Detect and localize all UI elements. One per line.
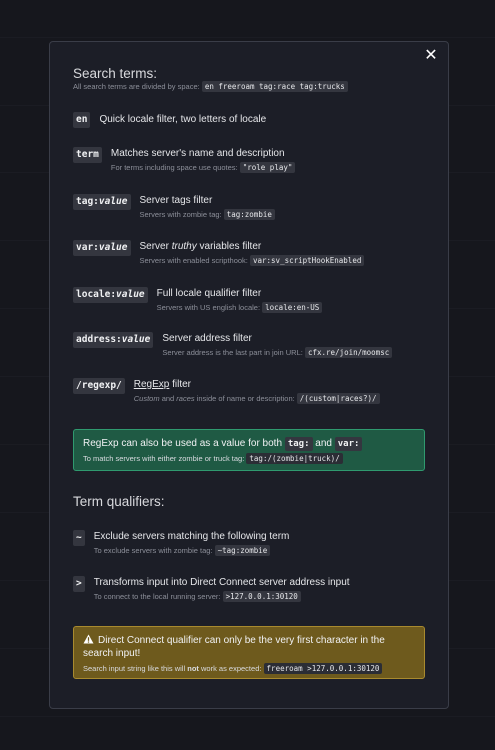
qualifier-key: >: [73, 576, 85, 592]
warning-hint: Search input string like this will not w…: [83, 663, 415, 674]
qualifier-example: ~tag:zombie: [214, 545, 271, 556]
regexp-link[interactable]: RegExp: [134, 379, 170, 390]
intro-example: en freeroam tag:race tag:trucks: [201, 81, 348, 92]
term-example: tag:zombie: [223, 209, 275, 220]
qualifier-row-direct-connect: > Transforms input into Direct Connect s…: [73, 576, 350, 602]
term-row-locale: locale:value Full locale qualifier filte…: [73, 287, 323, 313]
qualifier-example: >127.0.0.1:30120: [222, 591, 301, 602]
term-key: /regexp/: [73, 378, 125, 394]
term-key: var:value: [73, 240, 131, 256]
term-row-var: var:value Server truthy variables filter…: [73, 240, 365, 266]
term-title: Quick locale filter, two letters of loca…: [99, 114, 267, 125]
regexp-note-code-var: var:: [334, 437, 363, 451]
term-hint: Custom and races inside of name or descr…: [134, 393, 380, 404]
warning-example: freeroam >127.0.0.1:30120: [263, 663, 383, 674]
term-title: RegExp filter: [133, 379, 192, 390]
term-row-term: term Matches server's name and descripti…: [73, 147, 296, 173]
term-key: locale:value: [73, 287, 148, 303]
term-example: cfx.re/join/moomsc: [304, 347, 393, 358]
term-hint: Servers with US english locale: locale:e…: [157, 302, 323, 313]
search-help-dialog: ✕ Search terms: All search terms are div…: [49, 41, 449, 709]
term-row-en: en Quick locale filter, two letters of l…: [73, 112, 266, 128]
term-row-tag: tag:value Server tags filter Servers wit…: [73, 194, 275, 220]
term-qualifiers-heading: Term qualifiers:: [73, 494, 165, 509]
qualifier-title: Transforms input into Direct Connect ser…: [93, 577, 350, 588]
term-hint: Servers with zombie tag: tag:zombie: [140, 209, 275, 220]
term-example: "role play": [239, 162, 296, 173]
term-row-regexp: /regexp/ RegExp filter Custom and races …: [73, 378, 380, 404]
term-hint: For terms including space use quotes: "r…: [111, 162, 296, 173]
term-hint: Server address is the last part in join …: [162, 347, 393, 358]
regexp-note-text: RegExp can also be used as a value for b…: [83, 437, 415, 451]
term-key: tag:value: [73, 194, 131, 210]
term-title: Server address filter: [162, 333, 252, 344]
regexp-note-hint: To match servers with either zombie or t…: [83, 453, 415, 464]
term-key: address:value: [73, 332, 154, 348]
direct-connect-warning: Direct Connect qualifier can only be the…: [73, 626, 425, 679]
term-example: /(custom|races?)/: [296, 393, 380, 404]
qualifier-hint: To exclude servers with zombie tag: ~tag…: [94, 545, 290, 556]
term-title: Full locale qualifier filter: [156, 288, 262, 299]
qualifier-row-exclude: ~ Exclude servers matching the following…: [73, 530, 290, 556]
term-key: en: [73, 112, 91, 128]
term-key: term: [73, 147, 102, 163]
term-hint: Servers with enabled scripthook: var:sv_…: [140, 255, 365, 266]
regexp-note: RegExp can also be used as a value for b…: [73, 429, 425, 471]
close-icon[interactable]: ✕: [422, 47, 440, 65]
term-title: Server tags filter: [139, 195, 213, 206]
intro-text: All search terms are divided by space: e…: [73, 81, 348, 92]
term-title: Matches server's name and description: [110, 148, 285, 159]
warning-icon: [83, 634, 94, 644]
qualifier-key: ~: [73, 530, 85, 546]
term-example: locale:en-US: [262, 302, 323, 313]
term-example: var:sv_scriptHookEnabled: [249, 255, 365, 266]
term-title: Server truthy variables filter: [139, 241, 262, 252]
warning-text: Direct Connect qualifier can only be the…: [83, 634, 385, 659]
search-terms-heading: Search terms:: [73, 66, 158, 81]
term-row-address: address:value Server address filter Serv…: [73, 332, 393, 358]
regexp-note-code-tag: tag:: [284, 437, 313, 451]
qualifier-title: Exclude servers matching the following t…: [93, 531, 290, 542]
regexp-note-example: tag:/(zombie|truck)/: [246, 453, 343, 464]
qualifier-hint: To connect to the local running server: …: [94, 591, 350, 602]
